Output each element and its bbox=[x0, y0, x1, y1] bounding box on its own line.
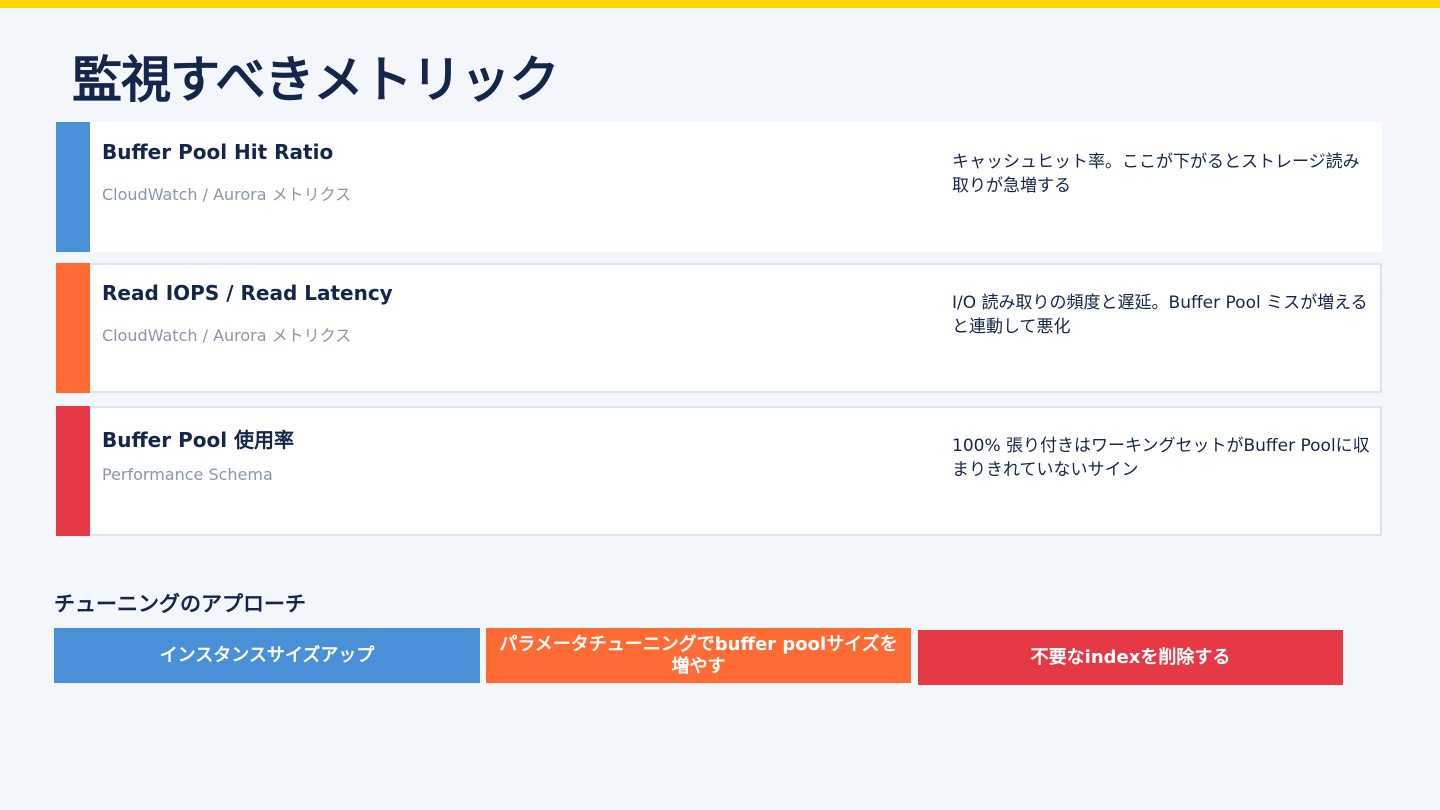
page-title: 監視すべきメトリック bbox=[72, 51, 559, 109]
metric-description: I/O 読み取りの頻度と遅延。Buffer Pool ミスが増えると連動して悪化 bbox=[952, 293, 1368, 337]
metric-accent-stripe bbox=[56, 122, 90, 252]
metric-name: Buffer Pool 使用率 bbox=[102, 428, 295, 452]
metric-source: CloudWatch / Aurora メトリクス bbox=[102, 185, 352, 204]
metric-description: 100% 張り付きはワーキングセットがBuffer Poolに収まりきれていない… bbox=[952, 436, 1370, 480]
metric-description: キャッシュヒット率。ここが下がるとストレージ読み取りが急増する bbox=[952, 152, 1360, 196]
metric-source: Performance Schema bbox=[102, 465, 273, 484]
approach-remove-index: 不要なindexを削除する bbox=[918, 630, 1343, 685]
metric-accent-stripe bbox=[56, 263, 90, 393]
top-accent-bar bbox=[0, 0, 1440, 8]
metric-card-hit-ratio: Buffer Pool Hit Ratio CloudWatch / Auror… bbox=[56, 122, 1382, 252]
metric-source: CloudWatch / Aurora メトリクス bbox=[102, 326, 352, 345]
tuning-section-heading: チューニングのアプローチ bbox=[54, 592, 306, 616]
metric-card-buffer-usage: Buffer Pool 使用率 Performance Schema 100% … bbox=[56, 406, 1382, 536]
metric-name: Read IOPS / Read Latency bbox=[102, 281, 393, 305]
metric-card-read-iops: Read IOPS / Read Latency CloudWatch / Au… bbox=[56, 263, 1382, 393]
metric-accent-stripe bbox=[56, 406, 90, 536]
metric-name: Buffer Pool Hit Ratio bbox=[102, 140, 334, 164]
approach-parameter-tuning: パラメータチューニングでbuffer poolサイズを増やす bbox=[486, 628, 911, 683]
approach-instance-size-up: インスタンスサイズアップ bbox=[54, 628, 480, 683]
